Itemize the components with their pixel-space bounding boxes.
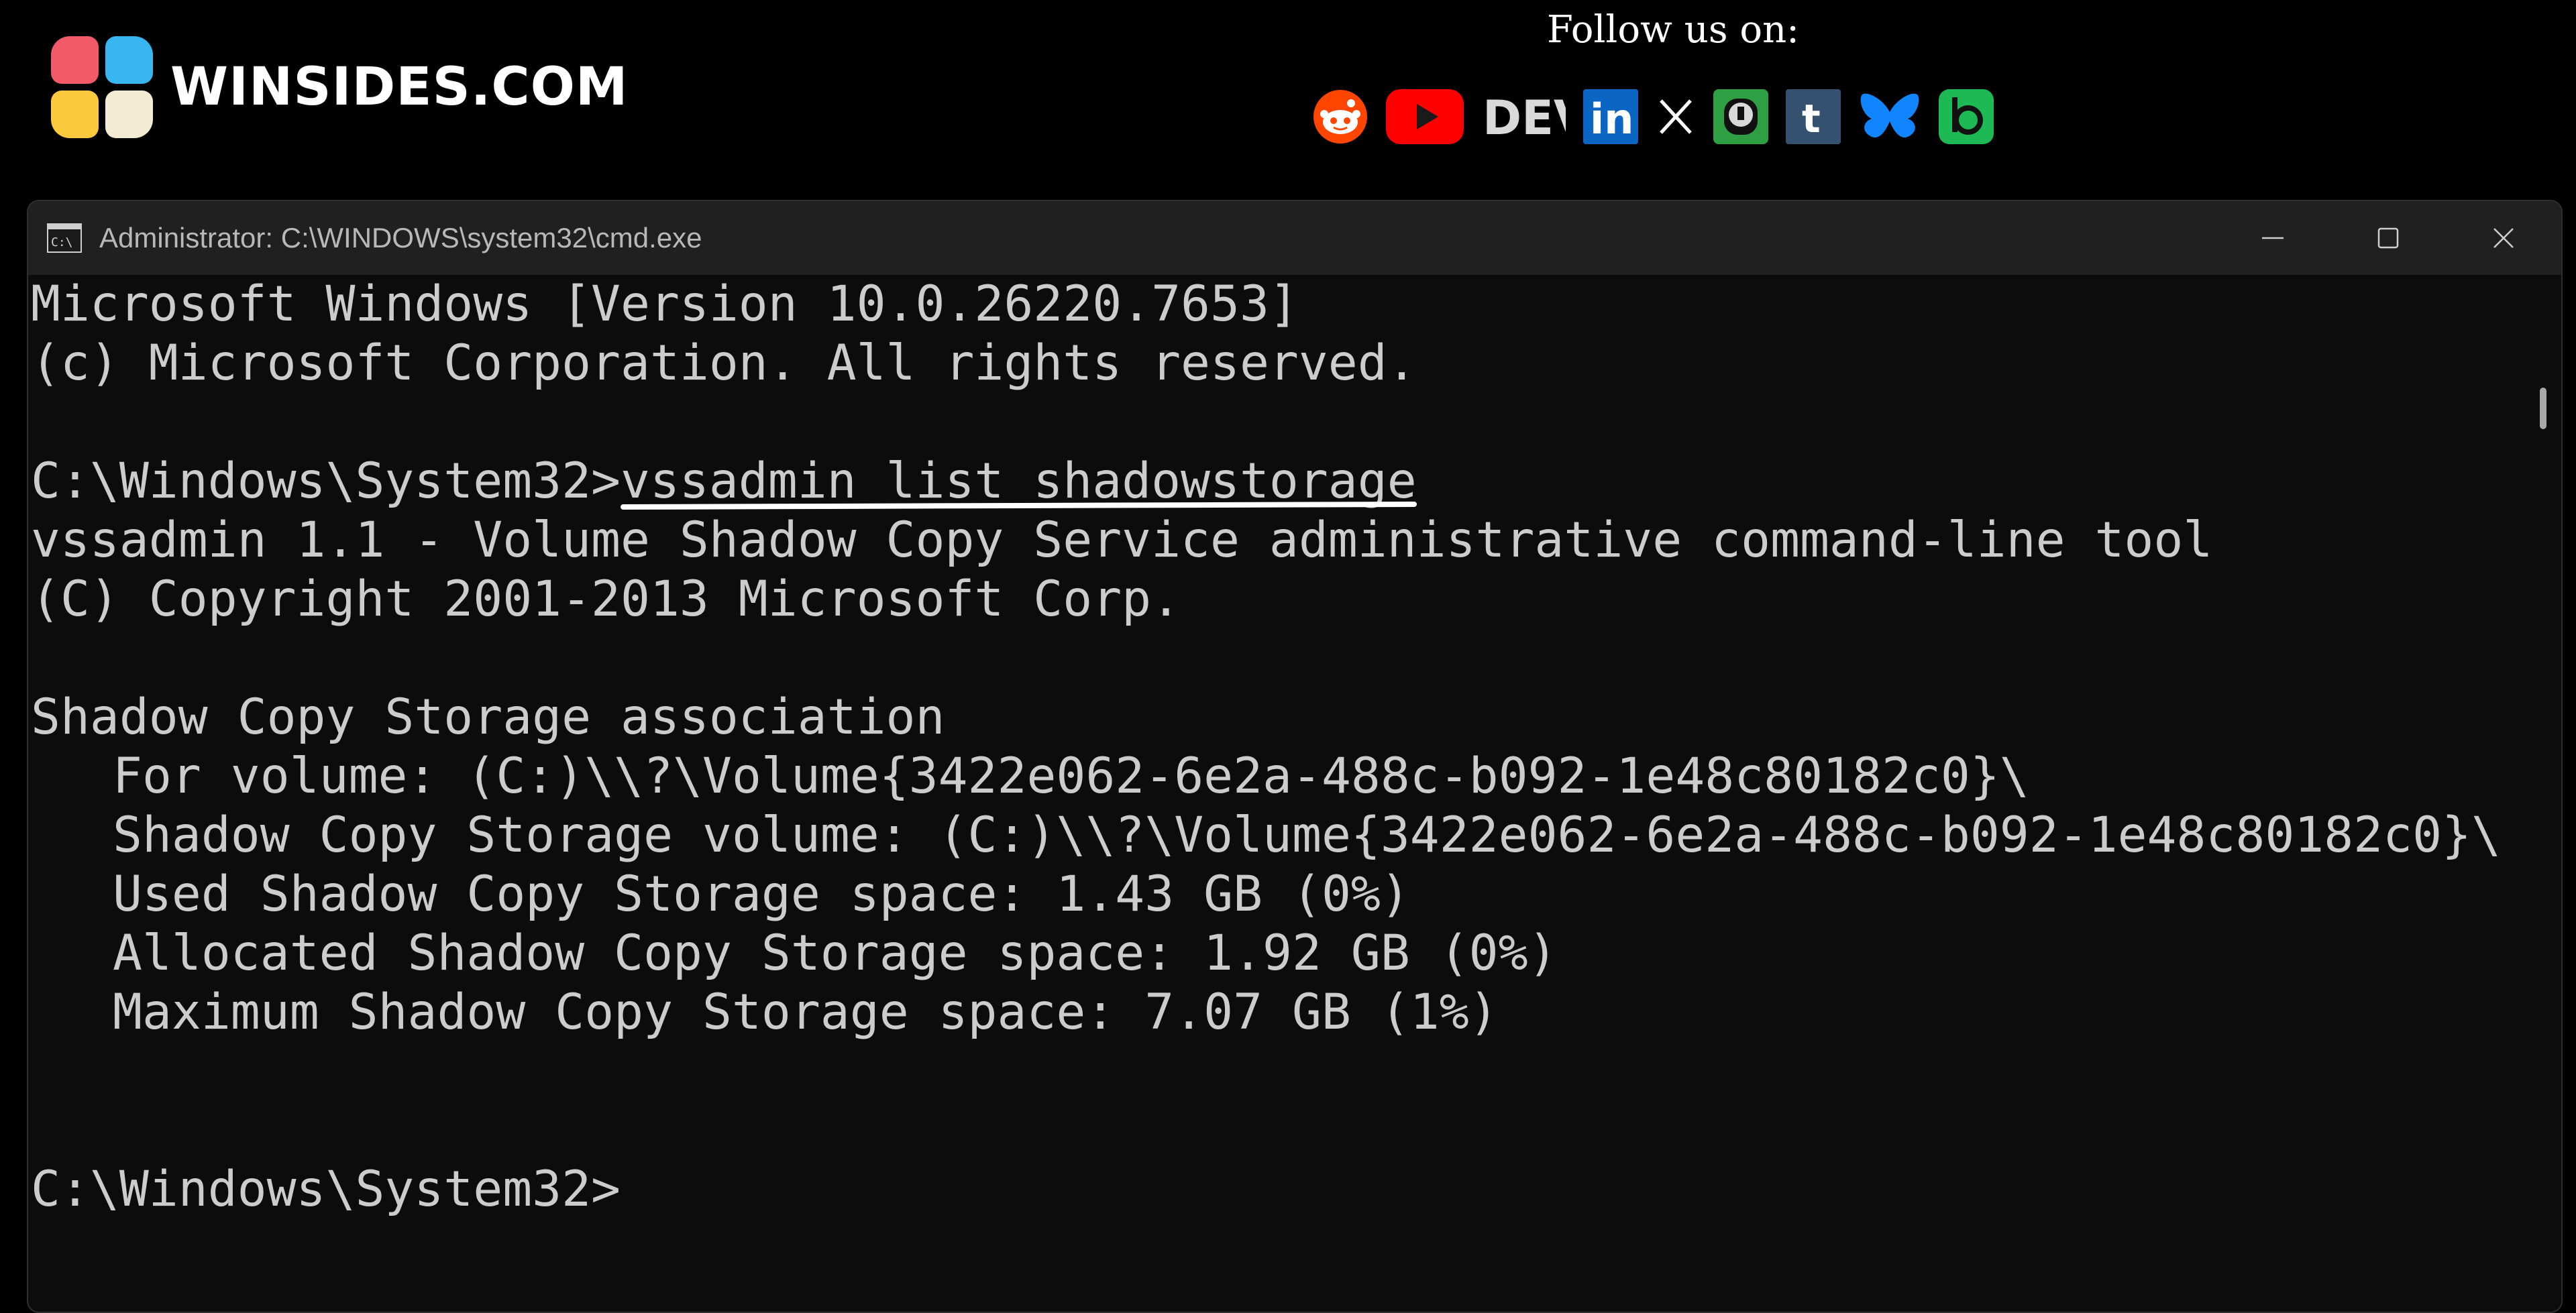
x-icon[interactable] [1656,97,1696,137]
tumblr-icon[interactable]: t [1786,89,1841,144]
window-controls [2215,201,2561,275]
bereal-icon[interactable] [1939,89,1994,144]
console-command: vssadmin list shadowstorage [620,452,1417,511]
youtube-icon[interactable] [1386,89,1464,144]
used-space-line: Used Shadow Copy Storage space: 1.43 GB … [113,866,1410,923]
winsides-logo [51,36,153,138]
window-titlebar[interactable]: C:\ Administrator: C:\WINDOWS\system32\c… [28,201,2561,275]
console-final-prompt[interactable]: C:\Windows\System32> [31,1160,2525,1219]
cmd-window[interactable]: C:\ Administrator: C:\WINDOWS\system32\c… [27,200,2563,1313]
dev-icon[interactable]: DEV [1481,90,1566,144]
vssadmin-title: vssadmin 1.1 - Volume Shadow Copy Servic… [31,512,2213,569]
storage-volume-line: Shadow Copy Storage volume: (C:)\\?\Volu… [113,807,2501,864]
svg-text:in: in [1590,95,1633,144]
console-header-copyright: (c) Microsoft Corporation. All rights re… [31,335,1417,392]
console-header-version: Microsoft Windows [Version 10.0.26220.76… [31,276,1299,333]
logo-square-red [51,36,99,84]
svg-text:t: t [1802,96,1821,141]
vssadmin-copyright: (C) Copyright 2001-2013 Microsoft Corp. [31,571,1181,628]
console-scrollbar[interactable] [2525,275,2561,1312]
social-icons-row: DEV in t [1312,86,1994,148]
brand-name: WINSIDES.COM [170,57,629,117]
minimize-icon [2262,237,2284,239]
close-button[interactable] [2446,201,2561,275]
console-command-line: C:\Windows\System32>vssadmin list shadow… [31,452,2525,511]
follow-us-label: Follow us on: [1547,8,1800,52]
mastodon-like-icon[interactable] [1713,89,1768,144]
maximize-button[interactable] [2330,201,2446,275]
logo-square-blue [105,36,153,84]
bluesky-icon[interactable] [1858,89,1921,144]
console-output[interactable]: Microsoft Windows [Version 10.0.26220.76… [28,275,2525,1312]
console-command-text: vssadmin list shadowstorage [621,453,1417,510]
linkedin-icon[interactable]: in [1583,89,1638,144]
reddit-icon[interactable] [1312,89,1368,145]
cmd-icon: C:\ [47,223,82,253]
logo-square-cream [105,91,153,138]
dev-icon-text: DEV [1483,91,1566,144]
allocated-space-line: Allocated Shadow Copy Storage space: 1.9… [113,925,1558,982]
close-icon [2493,228,2514,248]
console-prompt: C:\Windows\System32> [31,453,621,510]
window-title: Administrator: C:\WINDOWS\system32\cmd.e… [99,222,702,253]
svg-text:C:\: C:\ [51,235,73,249]
storage-association: Shadow Copy Storage association [31,689,945,746]
maximum-space-line: Maximum Shadow Copy Storage space: 7.07 … [113,984,1499,1041]
minimize-button[interactable] [2215,201,2330,275]
scrollbar-thumb[interactable] [2540,388,2546,429]
for-volume-line: For volume: (C:)\\?\Volume{3422e062-6e2a… [113,748,2029,805]
logo-square-yellow [51,91,99,138]
maximize-icon [2377,227,2399,249]
winsides-brand: WINSIDES.COM [51,35,629,139]
